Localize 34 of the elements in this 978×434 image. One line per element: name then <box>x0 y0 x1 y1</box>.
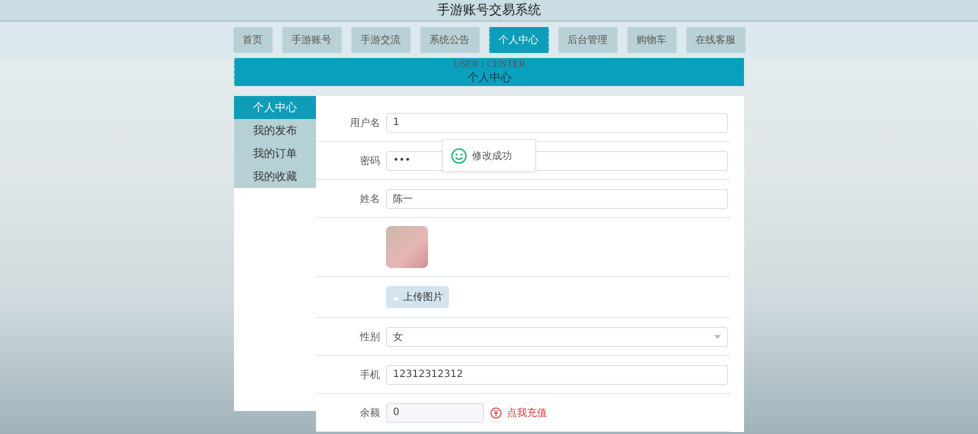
sidebar-item[interactable]: 我的收藏 <box>234 165 316 188</box>
banner-title: 个人中心 <box>468 70 512 84</box>
field-label: 性别 <box>358 330 381 344</box>
input-field[interactable]: 1 <box>386 112 728 132</box>
sidebar-item[interactable]: 我的发布 <box>234 119 316 142</box>
nav-tab[interactable]: 个人中心 <box>488 27 548 53</box>
upload-button[interactable]: 上传图片 <box>386 286 449 308</box>
smiley-icon <box>451 148 467 164</box>
nav-tab[interactable]: 在线客服 <box>686 27 746 53</box>
field-label: 密码 <box>359 154 381 168</box>
nav-tab[interactable]: 手游交流 <box>350 27 410 53</box>
input-field[interactable]: 12312312312 <box>386 364 728 384</box>
nav-tab[interactable]: 首页 <box>232 27 272 53</box>
toast-text: 修改成功 <box>472 150 512 162</box>
recharge-link[interactable]: 点我充值 <box>507 406 547 420</box>
banner-subtitle: USER / CENTER <box>453 60 526 70</box>
select-field[interactable]: 女 <box>386 326 728 346</box>
sidebar-item[interactable]: 个人中心 <box>234 96 316 119</box>
field-label: 姓名 <box>359 192 381 206</box>
input-field: 0 <box>386 402 484 422</box>
cloud-icon <box>392 294 400 300</box>
caret-icon <box>714 334 721 338</box>
nav-tab[interactable]: 购物车 <box>626 27 676 53</box>
yen-icon <box>490 406 502 418</box>
field-label: 用户名 <box>349 116 381 130</box>
sidebar-item[interactable]: 我的订单 <box>234 142 316 165</box>
field-label: 余额 <box>359 406 381 420</box>
nav-tab[interactable]: 手游账号 <box>282 27 342 53</box>
photo-placeholder <box>386 226 428 268</box>
nav-tab[interactable]: 系统公告 <box>420 27 480 53</box>
field-label: 手机 <box>359 368 381 382</box>
input-field[interactable]: 陈一 <box>386 188 728 208</box>
site-title: 手游账号交易系统 <box>437 2 541 19</box>
nav-tab[interactable]: 后台管理 <box>558 27 618 53</box>
